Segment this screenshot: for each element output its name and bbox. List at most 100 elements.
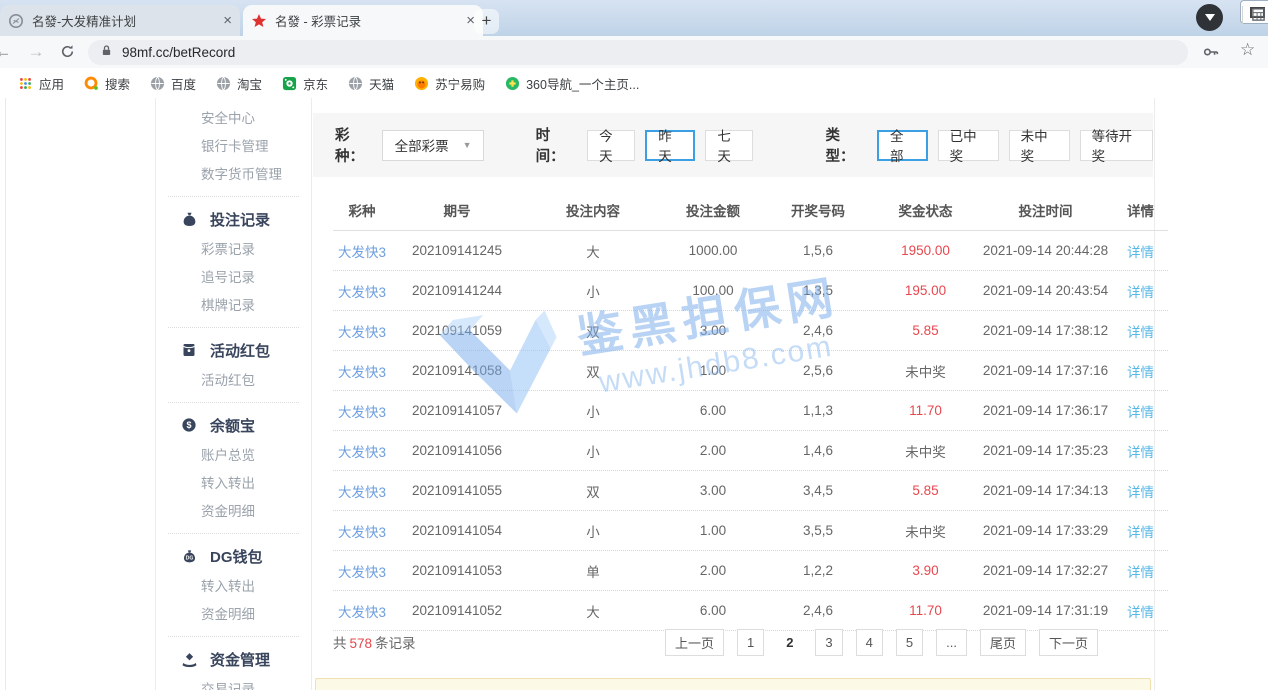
sidebar-group-title[interactable]: DGDG钱包 xyxy=(168,539,299,573)
time-filter-button[interactable]: 今天 xyxy=(587,130,635,161)
bet-amount: 2.00 xyxy=(663,443,763,458)
bookmark-item[interactable]: 360导航_一个主页... xyxy=(495,74,649,93)
time-filter-button[interactable]: 昨天 xyxy=(645,130,695,161)
column-header: 彩种 xyxy=(333,200,391,220)
bookmark-star-icon[interactable]: ☆ xyxy=(1240,40,1255,60)
url-text: 98mf.cc/betRecord xyxy=(122,45,235,60)
lottery-type-select[interactable]: 全部彩票 ▼ xyxy=(382,130,483,161)
key-icon[interactable] xyxy=(1202,43,1220,61)
bookmark-item[interactable]: 应用 xyxy=(8,74,74,93)
bookmark-item[interactable]: 搜索 xyxy=(74,74,140,93)
sidebar-item[interactable]: 资金明细 xyxy=(168,498,299,526)
sidebar-item[interactable]: 数字货币管理 xyxy=(168,161,299,189)
detail-link[interactable]: 详情 xyxy=(1113,601,1168,621)
bet-time: 2021-09-14 17:37:16 xyxy=(978,363,1113,378)
lottery-type-value: 全部彩票 xyxy=(395,135,449,155)
sidebar-item[interactable]: 资金明细 xyxy=(168,601,299,629)
bookmark-item[interactable]: 淘宝 xyxy=(206,74,272,93)
tab-close-icon[interactable]: × xyxy=(223,12,232,29)
draw-numbers: 1,1,3 xyxy=(763,403,873,418)
sidebar-menu: 安全中心银行卡管理数字货币管理投注记录彩票记录追号记录棋牌记录活动红包活动红包 $… xyxy=(155,98,312,690)
bet-time: 2021-09-14 17:38:12 xyxy=(978,323,1113,338)
download-button[interactable] xyxy=(1196,4,1223,31)
globe-icon xyxy=(216,76,231,91)
time-filter-button[interactable]: 七天 xyxy=(705,130,753,161)
last-page-button[interactable]: 尾页 xyxy=(980,629,1026,656)
detail-link[interactable]: 详情 xyxy=(1113,561,1168,581)
bookmark-item[interactable]: 苏宁易购 xyxy=(404,74,495,93)
sidebar-item[interactable]: 账户总览 xyxy=(168,442,299,470)
globe-icon xyxy=(348,76,363,91)
address-bar[interactable]: 98mf.cc/betRecord xyxy=(88,40,1188,65)
type-filter-button[interactable]: 未中奖 xyxy=(1009,130,1070,161)
page-number-button[interactable]: 5 xyxy=(896,629,923,656)
draw-numbers: 3,4,5 xyxy=(763,483,873,498)
bookmark-item[interactable]: 百度 xyxy=(140,74,206,93)
filter-bar: 彩种： 全部彩票 ▼ 时间： 今天昨天七天 类型： 全部已中奖未中奖等待开奖 xyxy=(313,113,1153,177)
dg-wallet-icon: DG xyxy=(180,547,198,565)
issue-number: 202109141054 xyxy=(391,523,523,538)
search-ring-icon xyxy=(84,76,99,91)
type-filter-button[interactable]: 全部 xyxy=(877,130,928,161)
back-icon[interactable]: ← xyxy=(0,40,15,64)
detail-link[interactable]: 详情 xyxy=(1113,481,1168,501)
page-number-button[interactable]: 1 xyxy=(737,629,764,656)
detail-link[interactable]: 详情 xyxy=(1113,401,1168,421)
forward-icon[interactable]: → xyxy=(24,40,48,64)
bookmark-item[interactable]: 京东 xyxy=(272,74,338,93)
sidebar-group-title[interactable]: $余额宝 xyxy=(168,408,299,442)
lottery-link[interactable]: 大发快3 xyxy=(333,361,391,381)
sidebar-group-title[interactable]: 投注记录 xyxy=(168,202,299,236)
bet-time: 2021-09-14 17:35:23 xyxy=(978,443,1113,458)
lottery-link[interactable]: 大发快3 xyxy=(333,601,391,621)
lottery-link[interactable]: 大发快3 xyxy=(333,441,391,461)
sidebar-item[interactable]: 追号记录 xyxy=(168,264,299,292)
lottery-link[interactable]: 大发快3 xyxy=(333,281,391,301)
current-page-button[interactable]: 2 xyxy=(777,629,802,656)
sidebar-group-title[interactable]: 活动红包 xyxy=(168,333,299,367)
prev-page-button[interactable]: 上一页 xyxy=(665,629,724,656)
sidebar-group-title[interactable]: 资金管理 xyxy=(168,642,299,676)
detail-link[interactable]: 详情 xyxy=(1113,521,1168,541)
lottery-link[interactable]: 大发快3 xyxy=(333,241,391,261)
lottery-link[interactable]: 大发快3 xyxy=(333,521,391,541)
bookmark-label: 苏宁易购 xyxy=(435,74,485,93)
lottery-link[interactable]: 大发快3 xyxy=(333,561,391,581)
sidebar-item[interactable]: 转入转出 xyxy=(168,470,299,498)
lottery-link[interactable]: 大发快3 xyxy=(333,321,391,341)
detail-link[interactable]: 详情 xyxy=(1113,321,1168,341)
table-row: 大发快3202109141058双1.002,5,6未中奖2021-09-14 … xyxy=(333,351,1168,391)
reload-icon[interactable] xyxy=(58,43,76,61)
sidebar-item[interactable]: 转入转出 xyxy=(168,573,299,601)
type-filter-button[interactable]: 已中奖 xyxy=(938,130,999,161)
sidebar-item[interactable]: 交易记录 xyxy=(168,676,299,690)
detail-link[interactable]: 详情 xyxy=(1113,281,1168,301)
browser-tab[interactable]: 名發 - 彩票记录 × xyxy=(243,5,483,36)
bookmark-item[interactable]: 天猫 xyxy=(338,74,404,93)
sidebar-item[interactable]: 安全中心 xyxy=(168,105,299,133)
page-number-button[interactable]: 3 xyxy=(815,629,842,656)
bet-time: 2021-09-14 17:36:17 xyxy=(978,403,1113,418)
sidebar-item[interactable]: 活动红包 xyxy=(168,367,299,395)
browser-tab[interactable]: 名發-大发精准计划 × xyxy=(0,5,240,36)
lottery-link[interactable]: 大发快3 xyxy=(333,481,391,501)
new-tab-button[interactable]: + xyxy=(474,9,499,34)
bet-content: 双 xyxy=(523,361,663,381)
prize-status: 3.90 xyxy=(873,563,978,578)
sidebar-item[interactable]: 银行卡管理 xyxy=(168,133,299,161)
reading-list-grid-icon[interactable] xyxy=(1251,7,1266,22)
page-number-button[interactable]: ... xyxy=(936,629,967,656)
tab-strip: 名發-大发精准计划 × 名發 - 彩票记录 × xyxy=(0,5,486,36)
detail-link[interactable]: 详情 xyxy=(1113,441,1168,461)
lottery-link[interactable]: 大发快3 xyxy=(333,401,391,421)
bet-content: 单 xyxy=(523,561,663,581)
page-number-button[interactable]: 4 xyxy=(856,629,883,656)
sidebar-item[interactable]: 棋牌记录 xyxy=(168,292,299,320)
detail-link[interactable]: 详情 xyxy=(1113,241,1168,261)
next-page-button[interactable]: 下一页 xyxy=(1039,629,1098,656)
type-filter-button[interactable]: 等待开奖 xyxy=(1080,130,1153,161)
table-row: 大发快3202109141055双3.003,4,55.852021-09-14… xyxy=(333,471,1168,511)
detail-link[interactable]: 详情 xyxy=(1113,361,1168,381)
sidebar-item[interactable]: 彩票记录 xyxy=(168,236,299,264)
bookmark-label: 360导航_一个主页... xyxy=(526,74,639,93)
